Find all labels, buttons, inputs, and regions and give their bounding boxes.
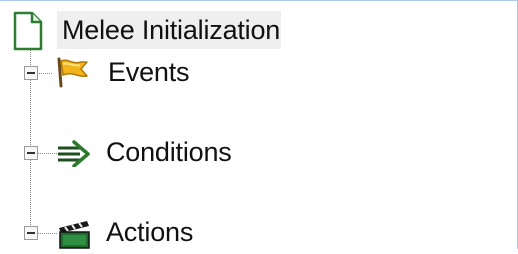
tree-node-conditions-label[interactable]: Conditions	[106, 135, 232, 169]
collapse-conditions-toggle[interactable]	[24, 146, 38, 160]
tree-node-actions[interactable]: Actions	[16, 213, 216, 250]
document-icon	[12, 11, 44, 51]
tree-root-label[interactable]: Melee Initialization	[57, 11, 281, 49]
tree-node-conditions[interactable]: Conditions	[16, 133, 256, 173]
trigger-tree-panel: Melee Initialization Events Conditions A…	[0, 0, 518, 249]
tree-node-actions-label[interactable]: Actions	[106, 215, 193, 249]
clapperboard-icon	[56, 219, 92, 249]
tree-node-events-label[interactable]: Events	[108, 55, 190, 89]
collapse-events-toggle[interactable]	[24, 66, 38, 80]
arrow-icon	[56, 139, 92, 168]
collapse-actions-toggle[interactable]	[24, 226, 38, 240]
tree-node-events[interactable]: Events	[16, 53, 216, 93]
flag-icon	[53, 56, 93, 88]
tree-root-node[interactable]: Melee Initialization	[10, 9, 282, 51]
